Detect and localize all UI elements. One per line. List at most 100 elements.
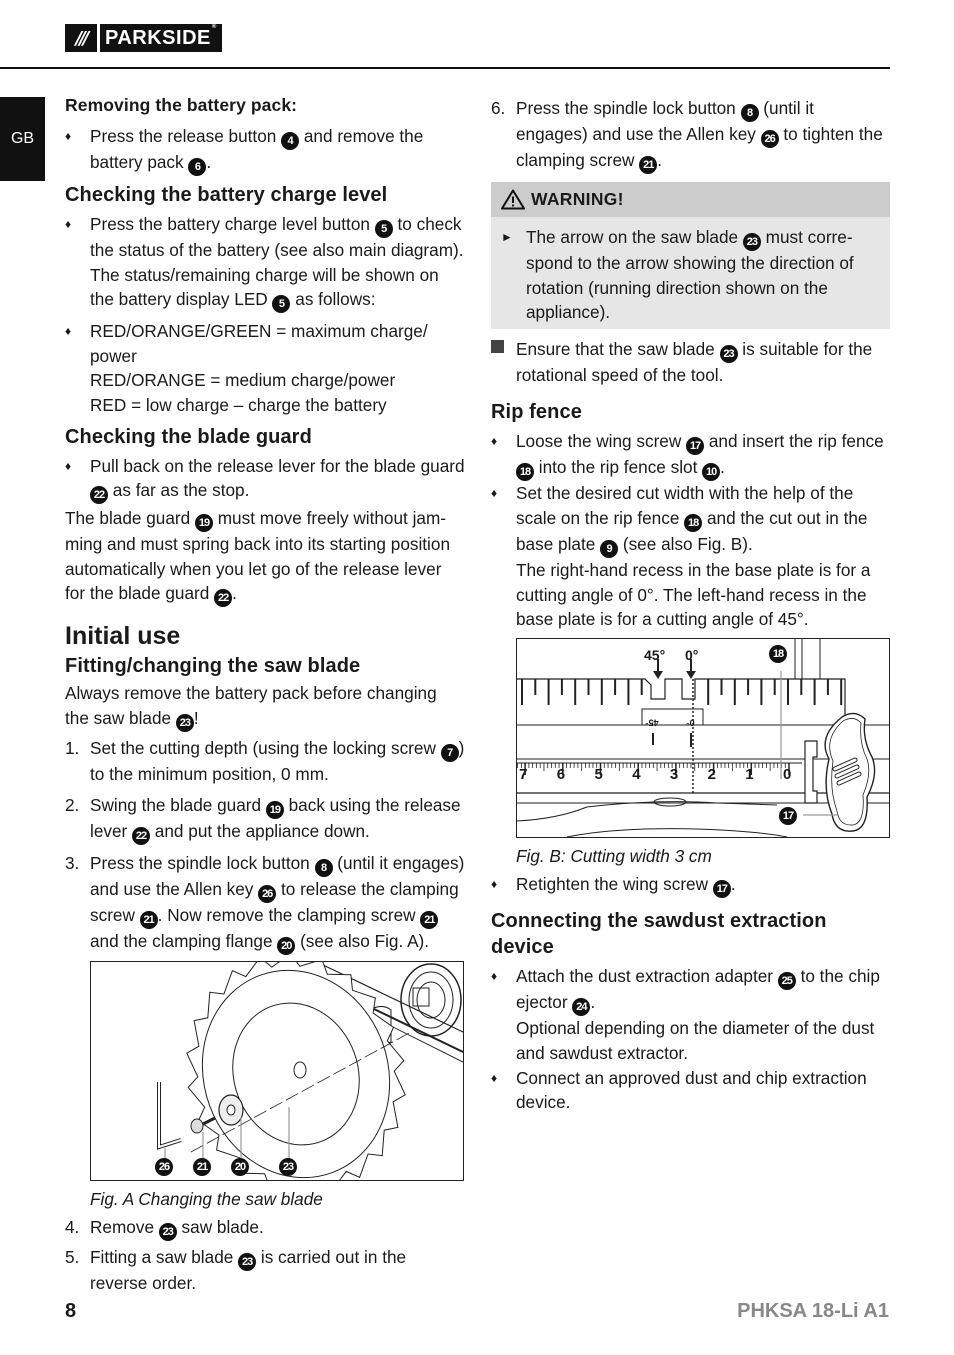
- list-item: ♦ Loose the wing screw 17 and insert the…: [491, 429, 890, 482]
- text: Set the cutting depth (using the locking…: [90, 737, 441, 758]
- header-rule: [0, 67, 890, 69]
- list-item: ♦ RED/ORANGE/GREEN = maximum charge/ pow…: [65, 319, 465, 417]
- figure-b-rip-fence: 45° 0° 45° 0° 7 6 5 4 3 2 1 0 18 17: [516, 637, 890, 838]
- part-number-badge: 5: [374, 220, 393, 238]
- scale-label: 4: [632, 765, 641, 783]
- page-number: 8: [65, 1300, 77, 1322]
- text: Pull back on the release lever for the b…: [90, 455, 465, 476]
- part-label-saw-blade: 23: [279, 1157, 297, 1176]
- list-item: ♦ Retighten the wing screw 17.: [491, 872, 890, 899]
- part-number-badge: 19: [265, 800, 284, 819]
- bullet-text: Retighten the wing screw 17.: [516, 872, 890, 899]
- bullet-text: Press the battery charge level button 5 …: [90, 212, 465, 314]
- step-number: 5.: [65, 1247, 80, 1268]
- part-number-badge: 26: [760, 130, 779, 148]
- part-number-badge: 23: [719, 344, 738, 363]
- part-number-badge: 21: [420, 910, 439, 929]
- part-number-badge: 4: [281, 132, 300, 150]
- step-text: Fitting a saw blade 23 is carried out in…: [90, 1245, 465, 1296]
- part-number-badge: 23: [742, 233, 761, 251]
- text: .: [730, 874, 736, 895]
- bullet-text: Pull back on the release lever for the b…: [90, 454, 465, 505]
- step-item: 4. Remove 23 saw blade.: [65, 1215, 465, 1242]
- part-number-badge: 21: [639, 156, 658, 174]
- text: Ensure that the saw blade: [516, 338, 720, 359]
- part-number-badge: 23: [175, 713, 194, 732]
- part-number-badge: 8: [740, 104, 759, 122]
- square-bullet-wrap: [491, 337, 516, 388]
- step-item: 6. Press the spindle lock button 8 (unti…: [491, 96, 890, 174]
- diamond-bullet-icon: ♦: [491, 969, 498, 984]
- blade-guard-heading: Checking the blade guard: [65, 425, 312, 448]
- step-item: 5. Fitting a saw blade 23 is carried out…: [65, 1245, 465, 1296]
- text: saw blade.: [176, 1217, 264, 1238]
- scale-label: 2: [707, 765, 716, 783]
- part-number-badge: 23: [238, 1253, 257, 1272]
- text: Fitting a saw blade: [90, 1247, 239, 1268]
- charge-max-line: RED/ORANGE/GREEN = maximum charge/ power: [90, 321, 428, 366]
- bullet-text: Press the release button 4 and remove th…: [90, 124, 465, 176]
- part-number-badge: 21: [139, 910, 158, 929]
- bullet-text: Attach the dust extraction adapter 25 to…: [516, 964, 890, 1065]
- part-number-badge: 22: [90, 486, 108, 505]
- text: Press the spindle lock button: [90, 852, 315, 873]
- part-number-badge: 17: [686, 437, 705, 456]
- text: Always remove the battery pack before ch…: [65, 683, 437, 728]
- text: Press the spindle lock button: [516, 98, 741, 118]
- figure-a-saw-blade: 26 21 20 23: [90, 952, 464, 1195]
- part-number-badge: 19: [194, 514, 213, 533]
- angle-45-label: 45°: [644, 646, 666, 663]
- part-label-clamping-flange: 20: [231, 1157, 249, 1176]
- part-number-badge: 20: [277, 936, 296, 955]
- text: and insert the rip fence: [704, 431, 884, 452]
- part-label-rip-fence: 18: [769, 644, 787, 663]
- step-text: Press the spindle lock button 8 (until i…: [90, 851, 465, 955]
- part-number-badge: 25: [777, 972, 796, 991]
- part-label-allen-key: 26: [155, 1157, 173, 1176]
- list-item: ♦ Connect an approved dust and chip extr…: [491, 1066, 890, 1115]
- initial-use-heading: Initial use: [65, 622, 181, 651]
- warning-text: The arrow on the saw blade 23 must corre…: [526, 225, 870, 325]
- saw-blade-icon: [186, 952, 406, 1195]
- angle-0-label: 0°: [685, 646, 699, 663]
- warning-body: ► The arrow on the saw blade 23 must cor…: [491, 217, 890, 329]
- text: and put the appliance down.: [150, 820, 370, 841]
- step-text: Remove 23 saw blade.: [90, 1215, 465, 1242]
- part-number-badge: 8: [314, 858, 333, 877]
- part-number-badge: 22: [132, 826, 151, 845]
- part-number-badge: 7: [440, 743, 459, 762]
- list-item: ♦ Press the release button 4 and remove …: [65, 124, 465, 176]
- charge-level-heading: Checking the battery charge level: [65, 184, 388, 206]
- square-bullet-icon: [491, 339, 504, 353]
- step-number: 4.: [65, 1217, 80, 1238]
- text: Swing the blade guard: [90, 794, 266, 815]
- text: (see also Fig. A).: [295, 930, 430, 951]
- text: .: [232, 583, 237, 604]
- diamond-bullet-icon: ♦: [65, 458, 72, 473]
- warning-header: WARNING!: [491, 182, 890, 217]
- text: Remove: [90, 1217, 159, 1238]
- list-item: ♦ Press the battery charge level button …: [65, 212, 465, 314]
- inverted-45-label: 45°: [645, 717, 659, 728]
- sawdust-extraction-heading: Connecting the sawdust extraction device: [491, 910, 827, 959]
- logo-slashes: ///: [65, 24, 97, 52]
- text: The blade guard: [65, 508, 195, 529]
- warning-title: WARNING!: [531, 189, 624, 210]
- recess-note: The right-hand recess in the base plate …: [516, 559, 871, 630]
- scale-label: 0: [783, 765, 792, 783]
- list-item: ♦ Pull back on the release lever for the…: [65, 454, 465, 505]
- optional-note: Optional depending on the diameter of th…: [516, 1018, 875, 1063]
- rip-fence-scale-illustration: [516, 638, 889, 838]
- part-number-badge: 17: [712, 880, 731, 899]
- figure-a-caption: Fig. A Changing the saw blade: [90, 1188, 323, 1209]
- diamond-bullet-icon: ♦: [65, 324, 72, 339]
- scale-label: 1: [745, 765, 754, 783]
- text: . Now remove the clamping screw: [157, 904, 421, 925]
- model-name: PHKSA 18-Li A1: [737, 1300, 889, 1322]
- arrow-bullet-icon: ►: [501, 230, 513, 244]
- text: Loose the wing screw: [516, 431, 687, 452]
- list-item: Ensure that the saw blade 23 is suitable…: [491, 337, 890, 388]
- diamond-bullet-icon: ♦: [491, 486, 498, 501]
- warning-triangle-icon: [501, 189, 525, 210]
- step-number: 1.: [65, 737, 80, 758]
